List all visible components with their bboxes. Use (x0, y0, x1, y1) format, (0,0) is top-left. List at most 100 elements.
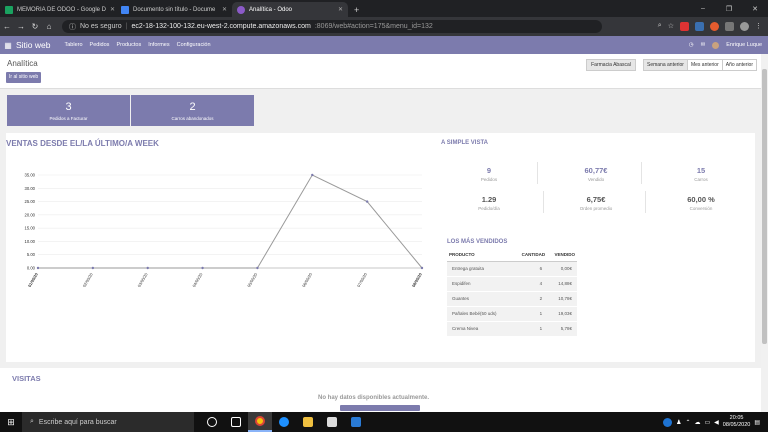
period-last-year[interactable]: Año anterior (722, 60, 757, 70)
sold-cell: 19,03€ (547, 306, 577, 322)
kpi-orders-to-invoice[interactable]: 3 Pedidos a Facturar (7, 95, 130, 126)
close-window-icon[interactable]: ✕ (742, 5, 768, 13)
reload-icon[interactable]: ↻ (28, 22, 42, 31)
people-icon[interactable]: ♟ (676, 419, 681, 426)
sold-cell: 5,78€ (547, 321, 577, 337)
control-panel: Analítica Ir al sitio web Farmacia Abasc… (0, 54, 768, 89)
y-tick-label: 25.00 (25, 199, 36, 204)
stat-value: 60,00 % (687, 195, 715, 204)
url-field[interactable]: ⓘ No es seguro | ec2-18-132-100-132.eu-w… (62, 20, 602, 33)
extension-icon[interactable] (695, 22, 704, 31)
table-row: Espidifen 4 14,88€ (447, 276, 577, 292)
browser-tab-bar: MEMORIA DE ODOO - Google D ✕ Documento s… (0, 0, 768, 17)
period-last-week[interactable]: Semana anterior (644, 60, 688, 70)
extension-icon[interactable] (725, 22, 734, 31)
maximize-icon[interactable]: ❐ (716, 5, 742, 13)
table-row: Guantes 2 10,78€ (447, 291, 577, 307)
divider (537, 162, 538, 184)
quantity-cell: 2 (513, 291, 548, 307)
extension-icon[interactable] (710, 22, 719, 31)
activity-icon[interactable]: ◷ (689, 42, 694, 48)
browser-tab-active[interactable]: Analítica - Odoo ✕ (232, 2, 348, 17)
edge-icon[interactable] (272, 412, 296, 432)
taskbar: ⊞ ⌕ Escribe aquí para buscar ♟ ⌃ ☁ ▭ ◀ 2… (0, 412, 768, 432)
star-icon[interactable]: ☆ (668, 22, 674, 31)
product-cell: Guantes (447, 291, 514, 307)
close-icon[interactable]: ✕ (222, 6, 227, 13)
user-menu[interactable]: Enrique Luque (726, 42, 762, 48)
network-icon[interactable]: ▭ (705, 419, 711, 426)
stat-value: 15 (696, 166, 706, 175)
menu-productos[interactable]: Productos (116, 42, 141, 48)
period-last-month[interactable]: Mes anterior (687, 60, 723, 70)
address-bar: ← → ↻ ⌂ ⓘ No es seguro | ec2-18-132-100-… (0, 17, 768, 36)
data-point (36, 266, 40, 270)
close-icon[interactable]: ✕ (110, 6, 115, 13)
minimize-icon[interactable]: – (690, 5, 716, 12)
avatar[interactable] (712, 41, 720, 49)
quantity-cell: 4 (513, 276, 548, 292)
connect-analytics-button[interactable] (340, 405, 420, 411)
data-point (201, 266, 204, 270)
x-tick-label: 06/05/20 (301, 271, 314, 288)
menu-informes[interactable]: Informes (148, 42, 169, 48)
windows-start-icon[interactable]: ⊞ (0, 417, 22, 428)
sold-cell: 10,78€ (547, 291, 577, 307)
cloud-icon[interactable]: ☁ (695, 419, 701, 426)
store-icon[interactable] (320, 412, 344, 432)
app-title[interactable]: Sitio web (16, 40, 51, 50)
zoom-icon[interactable]: ⌕ (658, 22, 662, 31)
notifications-icon[interactable]: ▤ (754, 419, 760, 426)
dashboard-card: VENTAS DESDE EL/LA ÚLTIMO/A WEEK 0.00 5.0… (6, 133, 755, 362)
url-host: ec2-18-132-100-132.eu-west-2.compute.ama… (131, 23, 311, 30)
scrollbar[interactable] (761, 54, 768, 412)
stat-sold: 60,77€ Vendido (546, 166, 646, 182)
home-icon[interactable]: ⌂ (42, 22, 56, 31)
cortana-icon[interactable] (200, 412, 224, 432)
back-icon[interactable]: ← (0, 22, 14, 31)
volume-icon[interactable]: ◀ (714, 419, 719, 426)
new-tab-button[interactable]: + (348, 2, 365, 17)
file-explorer-icon[interactable] (296, 412, 320, 432)
clock[interactable]: 20:05 08/05/2020 (723, 415, 751, 429)
browser-tab[interactable]: MEMORIA DE ODOO - Google D ✕ (0, 2, 116, 17)
tab-title: Analítica - Odoo (249, 6, 293, 13)
menu-configuracion[interactable]: Configuración (177, 42, 211, 48)
stat-value: 60,77€ (584, 166, 608, 175)
taskbar-search[interactable]: ⌕ Escribe aquí para buscar (22, 412, 194, 432)
system-tray: ♟ ⌃ ☁ ▭ ◀ 20:05 08/05/2020 ▤ (663, 415, 768, 429)
sales-title: VENTAS DESDE EL/LA ÚLTIMO/A WEEK (6, 139, 159, 148)
website-selector[interactable]: Farmacia Abascal (586, 59, 636, 71)
go-to-website-button[interactable]: Ir al sitio web (6, 72, 42, 83)
close-icon[interactable]: ✕ (338, 6, 343, 13)
help-icon[interactable] (663, 417, 673, 427)
kpi-label: Pedidos a Facturar (49, 116, 88, 121)
task-view-icon[interactable] (224, 412, 248, 432)
info-icon[interactable]: ⓘ (69, 22, 76, 32)
kpi-abandoned-carts[interactable]: 2 Carros abandonados (131, 95, 254, 126)
clock-date: 08/05/2020 (722, 422, 751, 428)
divider (641, 162, 642, 184)
extension-icon[interactable] (680, 22, 689, 31)
column-header: PRODUCTO (447, 249, 514, 262)
y-tick-label: 10.00 (25, 239, 36, 244)
stat-orders-per-day: 1.29 Pedido/día (439, 195, 539, 211)
chevron-up-icon[interactable]: ⌃ (685, 419, 690, 426)
apps-icon[interactable]: ▦ (0, 41, 16, 50)
mail-icon[interactable] (344, 412, 368, 432)
chrome-icon[interactable] (248, 412, 272, 432)
menu-tablero[interactable]: Tablero (65, 42, 83, 48)
menu-pedidos[interactable]: Pedidos (90, 42, 110, 48)
profile-icon[interactable] (740, 22, 749, 31)
scrollbar-thumb[interactable] (762, 69, 767, 344)
data-point (146, 266, 149, 270)
quantity-cell: 1 (513, 321, 548, 337)
odoo-navbar: ▦ Sitio web Tablero Pedidos Productos In… (0, 36, 768, 54)
divider (645, 191, 646, 213)
menu-icon[interactable]: ⋮ (755, 22, 762, 31)
forward-icon[interactable]: → (14, 22, 28, 31)
browser-tab[interactable]: Documento sin título - Docume ✕ (116, 2, 232, 17)
chat-icon[interactable]: ✉ (701, 42, 706, 48)
navbar-right: ◷ ✉ Enrique Luque (689, 41, 768, 49)
taskbar-apps (200, 412, 368, 432)
